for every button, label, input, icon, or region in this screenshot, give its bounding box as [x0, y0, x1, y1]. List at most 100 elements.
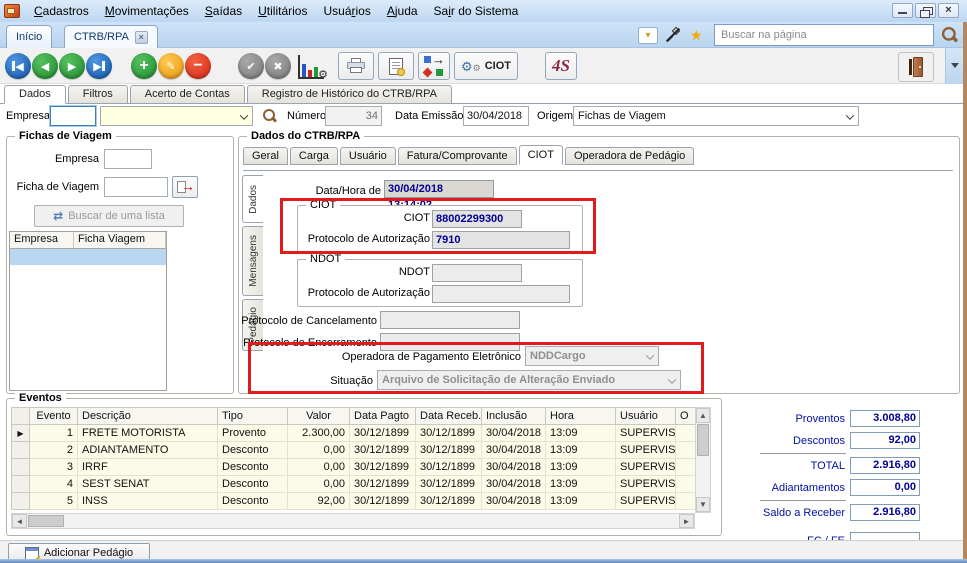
- data-emissao-input[interactable]: 30/04/2018: [463, 106, 529, 126]
- buscar-lista-button[interactable]: ⇄ Buscar de uma lista: [34, 205, 184, 227]
- menu-item-utilitários[interactable]: Utilitários: [250, 0, 315, 22]
- lookup-icon[interactable]: [262, 108, 278, 124]
- summary-label: TOTAL: [750, 460, 850, 472]
- fichas-grid[interactable]: EmpresaFicha Viagem: [9, 231, 167, 391]
- menu-item-saídas[interactable]: Saídas: [197, 0, 250, 22]
- confirm-button[interactable]: ✔: [238, 53, 264, 79]
- favorite-star-icon[interactable]: ★: [690, 26, 703, 44]
- scrollbar-thumb[interactable]: [697, 424, 709, 456]
- eventos-vscrollbar[interactable]: ▲ ▼: [695, 407, 711, 513]
- eventos-hscrollbar[interactable]: ◄ ►: [11, 513, 695, 529]
- go-to-ficha-button[interactable]: →: [172, 176, 198, 198]
- ndot-value-field: [432, 264, 522, 282]
- minimize-button[interactable]: [892, 3, 913, 18]
- page-tab-registro-de-hist-rico-do-ctrb-rpa[interactable]: Registro de Histórico do CTRB/RPA: [247, 85, 452, 104]
- search-icon[interactable]: [941, 26, 959, 44]
- note-icon: [25, 547, 39, 560]
- menu-item-ajuda[interactable]: Ajuda: [379, 0, 426, 22]
- list-transfer-icon: ⇄: [53, 209, 63, 223]
- ciot-button[interactable]: ⚙⚙ CIOT: [454, 52, 518, 80]
- nav-last-button[interactable]: ▶: [86, 53, 112, 79]
- print-button[interactable]: [338, 52, 374, 80]
- page-tab-filtros[interactable]: Filtros: [68, 85, 128, 104]
- menu-item-movimentações[interactable]: Movimentações: [97, 0, 197, 22]
- fichas-ficha-input[interactable]: [104, 177, 168, 197]
- eventos-cell: 1: [30, 425, 78, 442]
- table-row[interactable]: 5INSSDesconto92,0030/12/189930/12/189930…: [12, 493, 696, 510]
- empresa-code-input[interactable]: [50, 106, 96, 126]
- eventos-cell: Desconto: [218, 459, 288, 476]
- ctrb-tab-ciot[interactable]: CIOT: [519, 145, 563, 165]
- close-tab-icon[interactable]: ×: [135, 31, 148, 44]
- fichas-grid-selected-row[interactable]: [10, 249, 166, 265]
- chart-config-button[interactable]: ⚙: [298, 55, 324, 79]
- table-row[interactable]: ▶1FRETE MOTORISTAProvento2.300,0030/12/1…: [12, 425, 696, 442]
- eventos-col-data-receb-[interactable]: Data Receb.: [416, 408, 482, 425]
- cancelamento-label: Protocolo de Cancelamento: [239, 311, 377, 331]
- menu-item-usuários[interactable]: Usuários: [315, 0, 378, 22]
- eventos-col-inclus-o[interactable]: Inclusão: [482, 408, 546, 425]
- cancel-button[interactable]: ✖: [265, 53, 291, 79]
- side-tab-mensagens[interactable]: Mensagens: [242, 226, 263, 296]
- side-tab-dados[interactable]: Dados: [242, 175, 263, 223]
- document-tab-bar: Início CTRB/RPA × ▾ ★: [0, 22, 967, 48]
- exit-button[interactable]: [898, 52, 934, 82]
- scroll-left-icon[interactable]: ◄: [12, 514, 27, 528]
- operadora-combo[interactable]: NDDCargo: [525, 346, 659, 366]
- ctrb-tab-operadora-de-ped-gio[interactable]: Operadora de Pedágio: [565, 147, 694, 165]
- brand-button[interactable]: 4S: [545, 52, 577, 80]
- ctrb-tab-geral[interactable]: Geral: [243, 147, 288, 165]
- nav-first-button[interactable]: ◀: [5, 53, 31, 79]
- eventos-col-data-pagto[interactable]: Data Pagto: [350, 408, 416, 425]
- table-row[interactable]: 4SEST SENATDesconto0,0030/12/189930/12/1…: [12, 476, 696, 493]
- fichas-empresa-input[interactable]: [104, 149, 152, 169]
- export-button[interactable]: →: [418, 52, 450, 80]
- ctrb-tab-carga[interactable]: Carga: [290, 147, 338, 165]
- pin-icon[interactable]: [665, 27, 681, 43]
- eventos-col-descri-o[interactable]: Descrição: [78, 408, 218, 425]
- tab-ctrb-rpa[interactable]: CTRB/RPA ×: [64, 25, 158, 48]
- search-input[interactable]: [714, 24, 934, 46]
- chevron-down-icon[interactable]: ▾: [638, 27, 658, 44]
- ctrb-tab-fatura-comprovante[interactable]: Fatura/Comprovante: [398, 147, 517, 165]
- tab-inicio[interactable]: Início: [6, 25, 52, 48]
- scrollbar-thumb[interactable]: [28, 515, 64, 527]
- eventos-col-o[interactable]: O: [676, 408, 696, 425]
- origem-combo[interactable]: Fichas de Viagem: [573, 106, 859, 126]
- eventos-col-evento[interactable]: Evento: [30, 408, 78, 425]
- page-tab-dados[interactable]: Dados: [4, 85, 66, 104]
- restore-button[interactable]: [915, 3, 936, 18]
- eventos-cell: 30/04/2018: [482, 459, 546, 476]
- situacao-combo[interactable]: Arquivo de Solicitação de Alteração Envi…: [377, 370, 681, 390]
- scroll-right-icon[interactable]: ►: [679, 514, 694, 528]
- table-row[interactable]: 2ADIANTAMENTODesconto0,0030/12/189930/12…: [12, 442, 696, 459]
- close-button[interactable]: ×: [938, 3, 959, 18]
- delete-button[interactable]: −: [185, 53, 211, 79]
- summary-row-adiantamentos: Adiantamentos0,00: [750, 479, 920, 496]
- eventos-col-hora[interactable]: Hora: [546, 408, 616, 425]
- menu-item-sair-do-sistema[interactable]: Sair do Sistema: [426, 0, 527, 22]
- report-button[interactable]: [378, 52, 414, 80]
- nav-previous-button[interactable]: ◀: [32, 53, 58, 79]
- ctrb-tab-usu-rio[interactable]: Usuário: [340, 147, 396, 165]
- eventos-col-valor[interactable]: Valor: [288, 408, 350, 425]
- chevron-down-icon: [646, 351, 654, 359]
- eventos-col-tipo[interactable]: Tipo: [218, 408, 288, 425]
- toolbar-overflow[interactable]: [945, 48, 963, 84]
- add-button[interactable]: +: [131, 53, 157, 79]
- ndot-label: NDOT: [298, 264, 430, 281]
- menu-item-cadastros[interactable]: Cadastros: [26, 0, 97, 22]
- nav-next-button[interactable]: ▶: [59, 53, 85, 79]
- eventos-col-usu-rio[interactable]: Usuário: [616, 408, 676, 425]
- scroll-up-icon[interactable]: ▲: [696, 408, 710, 423]
- page-tab-acerto-de-contas[interactable]: Acerto de Contas: [130, 85, 245, 104]
- report-icon: [389, 58, 403, 75]
- empresa-combo[interactable]: [100, 106, 253, 126]
- eventos-grid[interactable]: EventoDescriçãoTipoValorData PagtoData R…: [11, 407, 696, 510]
- table-row[interactable]: 3IRRFDesconto0,0030/12/189930/12/189930/…: [12, 459, 696, 476]
- edit-button[interactable]: ✎: [158, 53, 184, 79]
- summary-label: Descontos: [750, 435, 850, 447]
- window-edge: [0, 559, 967, 563]
- scroll-down-icon[interactable]: ▼: [696, 497, 710, 512]
- ctrb-panel-title: Dados do CTRB/RPA: [247, 130, 364, 142]
